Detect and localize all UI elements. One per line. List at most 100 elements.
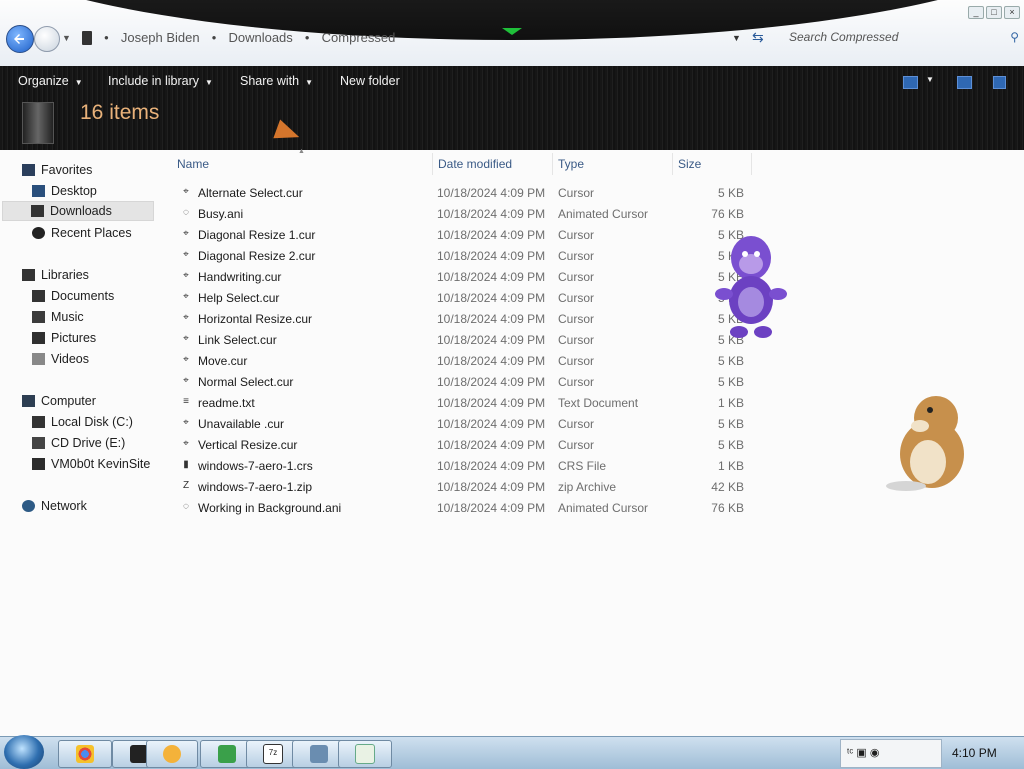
- column-header-date[interactable]: Date modified: [438, 157, 512, 171]
- breadcrumb-downloads[interactable]: Downloads: [228, 30, 292, 45]
- zip-file-icon: Z: [182, 480, 190, 491]
- file-row[interactable]: ⌖ Horizontal Resize.cur 10/18/2024 4:09 PM…: [170, 308, 770, 329]
- file-row[interactable]: ≡ readme.txt 10/18/2024 4:09 PM Text Docume…: [170, 392, 770, 413]
- column-divider[interactable]: [552, 153, 553, 175]
- file-size: 5 KB: [717, 417, 744, 431]
- file-date: 10/18/2024 4:09 PM: [437, 249, 546, 263]
- nav-music[interactable]: Music: [32, 307, 84, 327]
- search-input[interactable]: Search Compressed ⚲: [789, 30, 1019, 44]
- file-row[interactable]: ⌖ Diagonal Resize 2.cur 10/18/2024 4:09 PM…: [170, 245, 770, 266]
- file-row[interactable]: ⌖ Normal Select.cur 10/18/2024 4:09 PM Curs…: [170, 371, 770, 392]
- file-type: Cursor: [558, 312, 595, 326]
- nav-cd-drive[interactable]: CD Drive (E:): [32, 433, 125, 453]
- nav-downloads[interactable]: Downloads: [2, 201, 154, 221]
- taskbar-app-window[interactable]: [338, 740, 392, 768]
- file-type: Cursor: [558, 354, 595, 368]
- file-size: 5 KB: [717, 354, 744, 368]
- file-type: Animated Cursor: [558, 501, 649, 515]
- taskbar-clock[interactable]: 4:10 PM: [952, 746, 997, 760]
- file-date: 10/18/2024 4:09 PM: [437, 228, 546, 242]
- file-type: Animated Cursor: [558, 207, 649, 221]
- documents-icon: [32, 290, 45, 302]
- file-row[interactable]: ⌖ Alternate Select.cur 10/18/2024 4:09 PM C…: [170, 182, 770, 203]
- file-date: 10/18/2024 4:09 PM: [437, 270, 546, 284]
- close-button[interactable]: ×: [1004, 6, 1020, 19]
- nav-network-share[interactable]: VM0b0t KevinSite: [32, 454, 150, 474]
- mouse-pointer-icon: [273, 119, 303, 147]
- refresh-icon[interactable]: ⇆: [752, 29, 764, 46]
- nav-computer[interactable]: Computer: [22, 391, 96, 411]
- column-header-type[interactable]: Type: [558, 157, 584, 171]
- nav-documents[interactable]: Documents: [32, 286, 114, 306]
- back-button[interactable]: [6, 25, 34, 53]
- taskbar-app-chrome[interactable]: [58, 740, 112, 768]
- command-bar: Organize ▼ Include in library ▼ Share with…: [0, 66, 1024, 150]
- nav-network[interactable]: Network: [22, 496, 87, 516]
- file-size: 76 KB: [711, 207, 744, 221]
- file-date: 10/18/2024 4:09 PM: [437, 375, 546, 389]
- nav-label: VM0b0t KevinSite: [51, 457, 151, 471]
- column-header-name[interactable]: Name: [177, 157, 209, 171]
- preview-pane-icon[interactable]: [957, 76, 972, 89]
- file-type: Cursor: [558, 417, 595, 431]
- column-header-size[interactable]: Size: [678, 157, 701, 171]
- file-type: Text Document: [558, 396, 639, 410]
- start-button[interactable]: [4, 735, 44, 769]
- column-divider[interactable]: [672, 153, 673, 175]
- file-row[interactable]: ⌖ Handwriting.cur 10/18/2024 4:09 PM Cursor…: [170, 266, 770, 287]
- file-name: Unavailable .cur: [198, 417, 285, 431]
- recent-pages-dropdown-icon[interactable]: ▼: [62, 33, 71, 43]
- animated-cursor-icon: ◌: [183, 501, 189, 512]
- network-icon: [22, 500, 35, 512]
- file-row[interactable]: ▮ windows-7-aero-1.crs 10/18/2024 4:09 PM C…: [170, 455, 770, 476]
- column-divider[interactable]: [432, 153, 433, 175]
- new-folder-button[interactable]: New folder: [340, 74, 400, 88]
- view-dropdown-icon[interactable]: ▼: [926, 75, 934, 84]
- change-view-icon[interactable]: [903, 76, 918, 89]
- nav-desktop[interactable]: Desktop: [32, 181, 97, 201]
- forward-button[interactable]: [34, 26, 60, 52]
- window-controls: _ □ ×: [968, 6, 1020, 19]
- file-row[interactable]: ⌖ Diagonal Resize 1.cur 10/18/2024 4:09 PM…: [170, 224, 770, 245]
- nav-pictures[interactable]: Pictures: [32, 328, 96, 348]
- nav-videos[interactable]: Videos: [32, 349, 89, 369]
- breadcrumb-compressed[interactable]: Compressed: [322, 30, 396, 45]
- file-row[interactable]: ◌ Busy.ani 10/18/2024 4:09 PM Animated Curs…: [170, 203, 770, 224]
- notification-area[interactable]: ᵗᶜ ▣ ◉: [840, 739, 942, 768]
- file-row[interactable]: ⌖ Vertical Resize.cur 10/18/2024 4:09 PM Cu…: [170, 434, 770, 455]
- chrome-icon: [76, 745, 94, 763]
- include-in-library-button[interactable]: Include in library ▼: [108, 74, 213, 88]
- file-row[interactable]: Zwindows-7-aero-1.zip 10/18/2024 4:09 PM z…: [170, 476, 770, 497]
- nav-libraries[interactable]: Libraries: [22, 265, 89, 285]
- nav-recent-places[interactable]: Recent Places: [32, 223, 132, 243]
- file-row[interactable]: ◌ Working in Background.ani 10/18/2024 4:0…: [170, 497, 770, 518]
- minimize-button[interactable]: _: [968, 6, 984, 19]
- computer-icon: [22, 395, 35, 407]
- file-row[interactable]: ⌖ Help Select.cur 10/18/2024 4:09 PM Cursor…: [170, 287, 770, 308]
- address-dropdown-icon[interactable]: ▼: [732, 33, 741, 43]
- file-date: 10/18/2024 4:09 PM: [437, 207, 546, 221]
- search-icon[interactable]: ⚲: [1010, 30, 1019, 44]
- nav-favorites[interactable]: Favorites: [22, 160, 92, 180]
- breadcrumb-separator-icon: ●: [304, 33, 310, 42]
- file-row[interactable]: ⌖ Link Select.cur 10/18/2024 4:09 PM Cursor…: [170, 329, 770, 350]
- file-name: Help Select.cur: [198, 291, 280, 305]
- explorer-icon: [218, 745, 236, 763]
- organize-button[interactable]: Organize ▼: [18, 74, 83, 88]
- item-count: 16 items: [80, 101, 160, 124]
- file-date: 10/18/2024 4:09 PM: [437, 459, 546, 473]
- share-with-button[interactable]: Share with ▼: [240, 74, 313, 88]
- taskbar-app-media[interactable]: [146, 740, 198, 768]
- nav-label: CD Drive (E:): [51, 436, 126, 450]
- cursor-icon: ⌖: [183, 312, 189, 323]
- file-row[interactable]: ⌖ Move.cur 10/18/2024 4:09 PM Cursor 5 KB: [170, 350, 770, 371]
- file-type: Cursor: [558, 291, 595, 305]
- maximize-button[interactable]: □: [986, 6, 1002, 19]
- help-icon[interactable]: [993, 76, 1006, 89]
- nav-local-disk[interactable]: Local Disk (C:): [32, 412, 133, 432]
- cursor-icon: ⌖: [183, 417, 189, 428]
- file-row[interactable]: ⌖ Unavailable .cur 10/18/2024 4:09 PM Curso…: [170, 413, 770, 434]
- column-divider[interactable]: [751, 153, 752, 175]
- breadcrumb-user[interactable]: Joseph Biden: [121, 30, 200, 45]
- nav-label: Videos: [51, 352, 89, 366]
